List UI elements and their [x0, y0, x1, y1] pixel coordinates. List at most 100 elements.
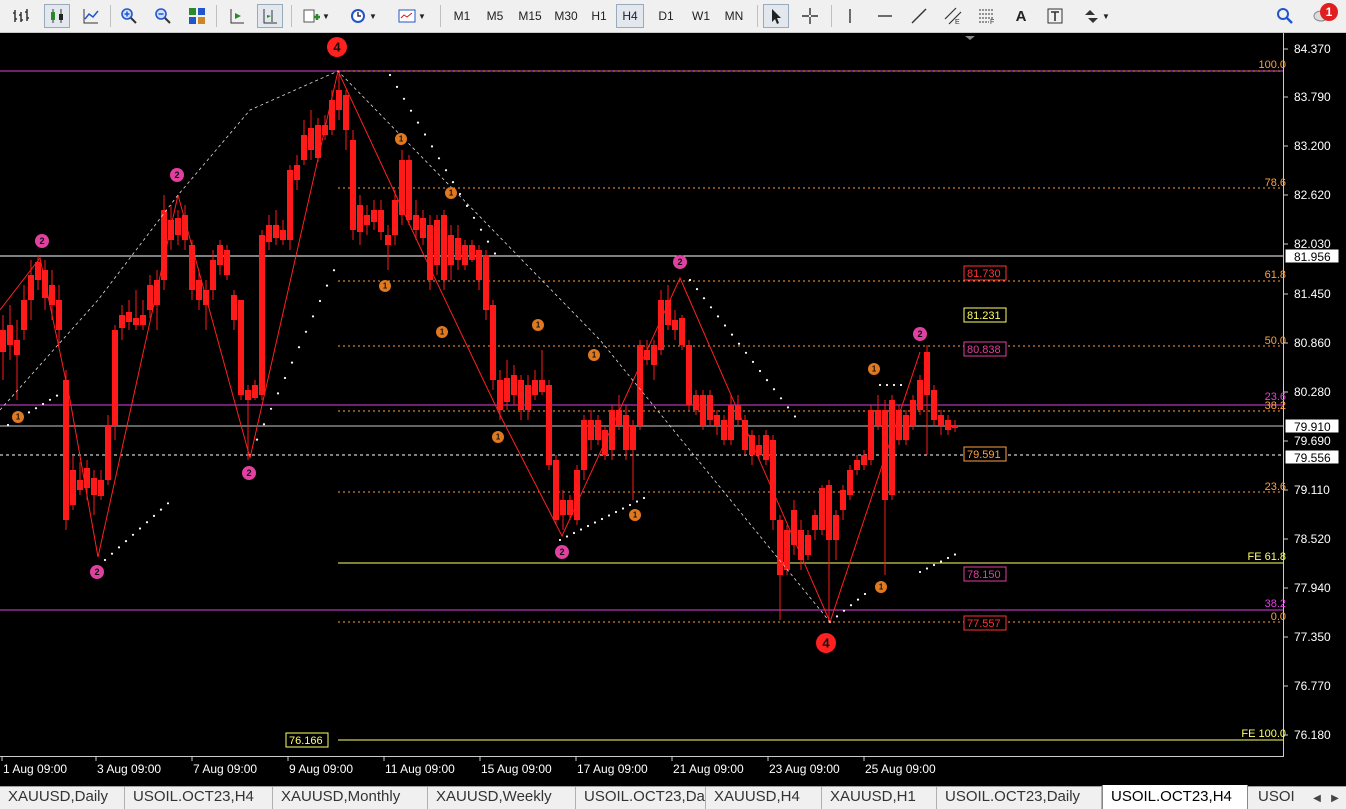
price-chart[interactable]: 100.0 78.6 61.8 50.0 23.6 38.2 23.6 FE 6… — [0, 33, 1346, 786]
sar-dot — [437, 157, 441, 160]
dropdown-arrow-icon: ▼ — [1102, 11, 1110, 21]
wave-1-marker: 1 — [395, 133, 407, 145]
sar-dot — [730, 333, 734, 336]
candlestick-icon — [51, 9, 63, 23]
timeframe-m30-button[interactable]: M30 — [550, 4, 582, 28]
tab-usoil-daily[interactable]: USOIL.OCT23,Daily — [576, 787, 706, 809]
time-scale-label: 7 Aug 09:00 — [193, 762, 257, 776]
fe-label-618: FE 61.8 — [1247, 551, 1286, 563]
magenta-label-382: 38.2 — [1265, 598, 1286, 610]
timeframe-m15-button[interactable]: M15 — [514, 4, 546, 28]
tab-xauusd-weekly[interactable]: XAUUSD,Weekly — [428, 787, 576, 809]
price-scale-label: 79.690 — [1294, 434, 1331, 448]
tab-xauusd-daily[interactable]: XAUUSD,Daily — [0, 787, 125, 809]
sar-dot — [255, 438, 259, 441]
sar-dot — [283, 376, 287, 380]
svg-text:81.730: 81.730 — [967, 268, 1001, 280]
wave-1-marker: 1 — [12, 411, 24, 423]
zoom-in-button[interactable] — [116, 4, 142, 28]
timeframe-w1-button[interactable]: W1 — [686, 4, 716, 28]
trendline-button[interactable] — [906, 4, 932, 28]
vertical-line-button[interactable] — [838, 4, 862, 28]
cursor-button[interactable] — [763, 4, 789, 28]
sar-dot — [751, 360, 755, 363]
horizontal-line-icon — [878, 15, 892, 17]
chevron-left-icon: ◀ — [1313, 792, 1321, 804]
template-icon — [398, 9, 416, 23]
sar-dot — [779, 397, 783, 400]
candle — [238, 300, 244, 400]
candle — [910, 395, 916, 430]
notification-badge: 1 — [1320, 3, 1338, 21]
sar-dot — [34, 407, 38, 410]
candle — [112, 325, 118, 440]
sar-dot — [723, 324, 727, 327]
wave-1-marker: 1 — [379, 280, 391, 292]
timeframe-d1-button[interactable]: D1 — [652, 4, 680, 28]
cursor-arrow-icon — [772, 9, 781, 24]
sar-dot — [892, 383, 896, 387]
search-button[interactable] — [1273, 4, 1297, 28]
line-chart-button[interactable] — [78, 4, 104, 28]
price-marker: 79.910 — [1284, 418, 1340, 434]
zoom-out-button[interactable] — [150, 4, 176, 28]
tab-usoil-h4[interactable]: USOIL.OCT23,H4 — [125, 787, 273, 809]
sar-dot — [716, 315, 720, 318]
tab-xauusd-monthly[interactable]: XAUUSD,Monthly — [273, 787, 428, 809]
sar-dot — [593, 521, 597, 524]
tab-usoil-h4-active[interactable]: USOIL.OCT23,H4 — [1102, 785, 1248, 809]
sar-dot — [159, 508, 163, 511]
time-scale-label: 1 Aug 09:00 — [3, 762, 67, 776]
wave-2-marker: 2 — [35, 234, 49, 248]
templates-button[interactable]: ▼ — [392, 4, 432, 28]
text-label-button[interactable] — [1042, 4, 1068, 28]
candle — [546, 380, 552, 470]
candle — [700, 390, 706, 430]
timeframe-m1-button[interactable]: M1 — [448, 4, 476, 28]
timeframe-m5-button[interactable]: M5 — [481, 4, 509, 28]
indicators-button[interactable]: ▼ — [298, 4, 334, 28]
svg-text:81.231: 81.231 — [967, 310, 1001, 322]
chart-shift-button[interactable] — [257, 4, 283, 28]
svg-text:78.150: 78.150 — [967, 569, 1001, 581]
sar-dot — [110, 552, 114, 555]
candle — [770, 435, 776, 530]
tab-scroll-left-button[interactable]: ◀ — [1308, 789, 1326, 807]
sar-dot — [688, 278, 692, 282]
tab-scroll-right-button[interactable]: ▶ — [1326, 789, 1344, 807]
svg-text:1: 1 — [879, 583, 884, 592]
wave-1-marker: 1 — [875, 581, 887, 593]
sar-dot — [621, 507, 625, 510]
svg-text:1: 1 — [449, 189, 454, 198]
sar-dot — [304, 330, 308, 333]
equidistant-channel-button[interactable]: E — [940, 4, 966, 28]
notifications-button[interactable]: 1 — [1303, 3, 1341, 28]
arrows-button[interactable]: ▼ — [1076, 4, 1116, 28]
crosshair-button[interactable] — [797, 4, 823, 28]
text-tool-button[interactable]: A — [1008, 4, 1034, 28]
timeframe-h1-button[interactable]: H1 — [586, 4, 612, 28]
fibonacci-button[interactable]: F — [974, 4, 1000, 28]
candle — [917, 375, 923, 415]
timeframe-h4-button[interactable]: H4 — [616, 4, 644, 28]
price-box: 78.150 — [963, 566, 1007, 582]
tab-xauusd-h4[interactable]: XAUUSD,H4 — [706, 787, 822, 809]
tab-xauusd-h1[interactable]: XAUUSD,H1 — [822, 787, 937, 809]
svg-text:4: 4 — [822, 636, 830, 651]
auto-scroll-button[interactable] — [224, 4, 250, 28]
svg-text:1: 1 — [536, 321, 541, 330]
time-scale-label: 23 Aug 09:00 — [769, 762, 840, 776]
tile-windows-button[interactable] — [184, 4, 210, 28]
sar-dot — [642, 496, 646, 500]
bar-chart-button[interactable] — [8, 4, 34, 28]
sar-dot — [607, 514, 611, 517]
crosshair-icon — [802, 8, 818, 24]
candlestick-button[interactable] — [44, 4, 70, 28]
periods-button[interactable]: ▼ — [344, 4, 382, 28]
horizontal-line-button[interactable] — [872, 4, 898, 28]
price-scale-label: 84.370 — [1294, 42, 1331, 56]
tab-usoil-daily-2[interactable]: USOIL.OCT23,Daily — [937, 787, 1102, 809]
sar-dot — [152, 514, 156, 518]
tab-usoil-partial[interactable]: USOI — [1250, 787, 1308, 809]
timeframe-mn-button[interactable]: MN — [718, 4, 750, 28]
